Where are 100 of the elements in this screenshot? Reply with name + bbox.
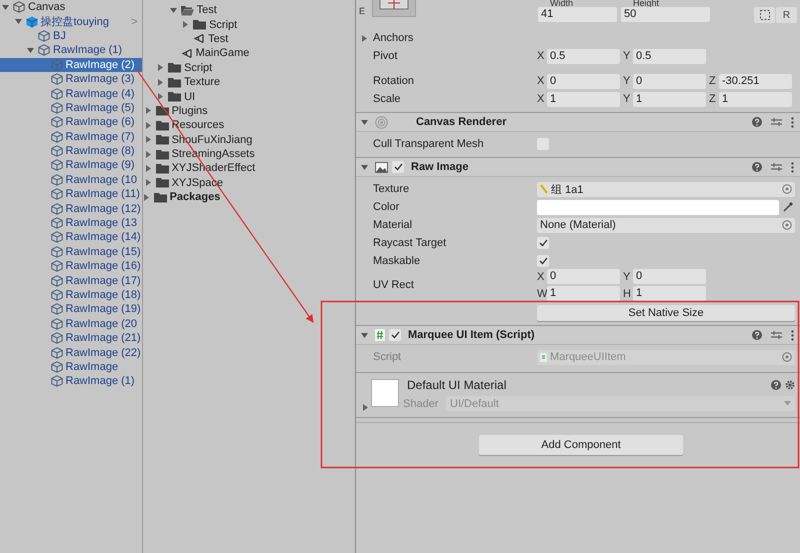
expanded-arrow-icon[interactable] [170, 6, 177, 14]
foldout-label[interactable]: Anchors [373, 32, 537, 44]
project-item[interactable]: Plugins [142, 104, 355, 118]
hierarchy-item[interactable]: RawImage (5) [0, 100, 142, 116]
target-picker-icon [782, 220, 792, 230]
hierarchy-item[interactable]: RawImage (3) [0, 72, 142, 86]
project-item[interactable]: Script [142, 60, 355, 75]
project-item[interactable]: Texture [142, 74, 355, 90]
hierarchy-item[interactable]: RawImage (9) [0, 158, 142, 173]
component-header[interactable]: Marquee UI Item (Script) [356, 325, 800, 345]
project-item[interactable]: Test [142, 3, 355, 18]
enable-checkbox[interactable] [389, 329, 401, 341]
project-item[interactable]: Packages [142, 190, 355, 204]
expanded-arrow-icon[interactable] [2, 4, 9, 11]
property-label: UV Rect [372, 279, 415, 291]
expanded-arrow-icon[interactable] [361, 332, 368, 338]
project-item[interactable]: Test [142, 32, 355, 46]
open-folder-icon [180, 4, 194, 16]
object-field[interactable]: 组 1a1 [537, 182, 795, 196]
hierarchy-item[interactable]: RawImage (21) [0, 330, 142, 346]
number-field[interactable]: 0 [633, 74, 706, 88]
collapsed-arrow-icon[interactable] [142, 194, 150, 201]
collapsed-arrow-icon[interactable] [144, 150, 152, 158]
hierarchy-item[interactable]: RawImage (11) [0, 187, 142, 202]
hierarchy-item[interactable]: RawImage (18) [0, 288, 142, 302]
number-field[interactable]: 0 [547, 269, 620, 284]
target-picker-icon [782, 184, 792, 194]
number-field[interactable]: 0.5 [633, 48, 706, 64]
project-item[interactable]: UI [142, 89, 355, 104]
raw-edit-button[interactable]: R [776, 7, 798, 23]
project-item[interactable]: Script [142, 17, 355, 32]
number-field[interactable]: 1 [633, 92, 706, 106]
hierarchy-item[interactable]: RawImage (10 [0, 172, 142, 188]
enable-checkbox[interactable] [392, 161, 404, 173]
hierarchy-item[interactable]: RawImage (4) [0, 86, 142, 101]
hierarchy-item[interactable]: BJ [0, 28, 142, 44]
width-field[interactable]: 41 [538, 7, 618, 22]
axis-label: Y [623, 75, 632, 87]
number-field[interactable]: 0 [633, 269, 706, 284]
hierarchy-item[interactable]: RawImage (2) [0, 58, 142, 72]
collapsed-arrow-icon[interactable] [362, 404, 369, 411]
hierarchy-item[interactable]: RawImage (19) [0, 302, 142, 317]
folder-icon [154, 192, 167, 203]
number-field[interactable]: -30.251 [719, 74, 792, 88]
hierarchy-item[interactable]: RawImage (16) [0, 259, 142, 274]
hierarchy-item[interactable]: RawImage (17) [0, 273, 142, 288]
blueprint-mode-button[interactable] [754, 7, 776, 23]
collapsed-arrow-icon[interactable] [144, 107, 152, 114]
expanded-arrow-icon[interactable] [14, 18, 22, 26]
number-field[interactable]: 1 [633, 286, 706, 301]
color-swatch[interactable] [537, 200, 779, 214]
object-field[interactable]: None (Material) [537, 218, 795, 232]
number-field[interactable]: 1 [547, 286, 620, 301]
axis-label: Y [623, 50, 632, 62]
property-label: Color [372, 201, 400, 213]
expanded-arrow-icon[interactable] [361, 118, 368, 126]
expanded-arrow-icon[interactable] [27, 46, 34, 54]
folder-icon [156, 177, 169, 188]
collapsed-arrow-icon[interactable] [144, 122, 152, 129]
checkbox[interactable] [537, 138, 549, 150]
hierarchy-item[interactable]: RawImage [0, 360, 142, 374]
collapsed-arrow-icon[interactable] [361, 34, 368, 42]
checkbox[interactable] [537, 255, 549, 267]
hierarchy-item[interactable]: RawImage (22) [0, 345, 142, 360]
collapsed-arrow-icon[interactable] [157, 64, 164, 72]
collapsed-arrow-icon[interactable] [157, 93, 164, 100]
add-component-button[interactable]: Add Component [479, 435, 683, 455]
hierarchy-item[interactable]: RawImage (20 [0, 316, 142, 331]
number-field[interactable]: 0 [547, 74, 620, 88]
hierarchy-item[interactable]: RawImage (12) [0, 201, 142, 216]
component-header[interactable]: Canvas Renderer [356, 112, 800, 132]
collapsed-arrow-icon[interactable] [144, 179, 152, 186]
number-field[interactable]: 1 [547, 92, 620, 106]
hierarchy-item[interactable]: RawImage (1) [0, 43, 142, 58]
number-field[interactable]: 0.5 [547, 48, 620, 64]
checkbox[interactable] [537, 237, 549, 249]
property-label: Material [372, 219, 414, 231]
collapsed-arrow-icon[interactable] [157, 78, 164, 86]
component-header[interactable]: Raw Image [356, 157, 800, 177]
hierarchy-item[interactable]: RawImage (6) [0, 115, 142, 130]
cube-outline-icon [50, 88, 62, 100]
expanded-arrow-icon[interactable] [361, 164, 368, 170]
project-item[interactable]: MainGame [142, 46, 355, 61]
cube-outline-icon [50, 145, 62, 158]
hierarchy-item[interactable]: RawImage (13 [0, 216, 142, 230]
hierarchy-item[interactable]: RawImage (8) [0, 144, 142, 158]
number-field[interactable]: 1 [719, 92, 792, 106]
collapsed-arrow-icon[interactable] [144, 164, 152, 172]
collapsed-arrow-icon[interactable] [144, 136, 152, 144]
set-native-size-button[interactable]: Set Native Size [537, 305, 795, 321]
height-field[interactable]: 50 [621, 7, 710, 22]
folder-icon [156, 134, 169, 146]
hierarchy-item[interactable]: Canvas [0, 0, 142, 14]
hierarchy-item[interactable]: RawImage (15) [0, 244, 142, 260]
hierarchy-item[interactable]: RawImage (14) [0, 230, 142, 245]
folder-icon [168, 91, 182, 102]
collapsed-arrow-icon[interactable] [182, 21, 190, 28]
hierarchy-item[interactable]: 操控盘touying > [0, 14, 142, 29]
hierarchy-item[interactable]: RawImage (7) [0, 130, 142, 144]
hierarchy-item[interactable]: RawImage (1) [0, 374, 142, 389]
